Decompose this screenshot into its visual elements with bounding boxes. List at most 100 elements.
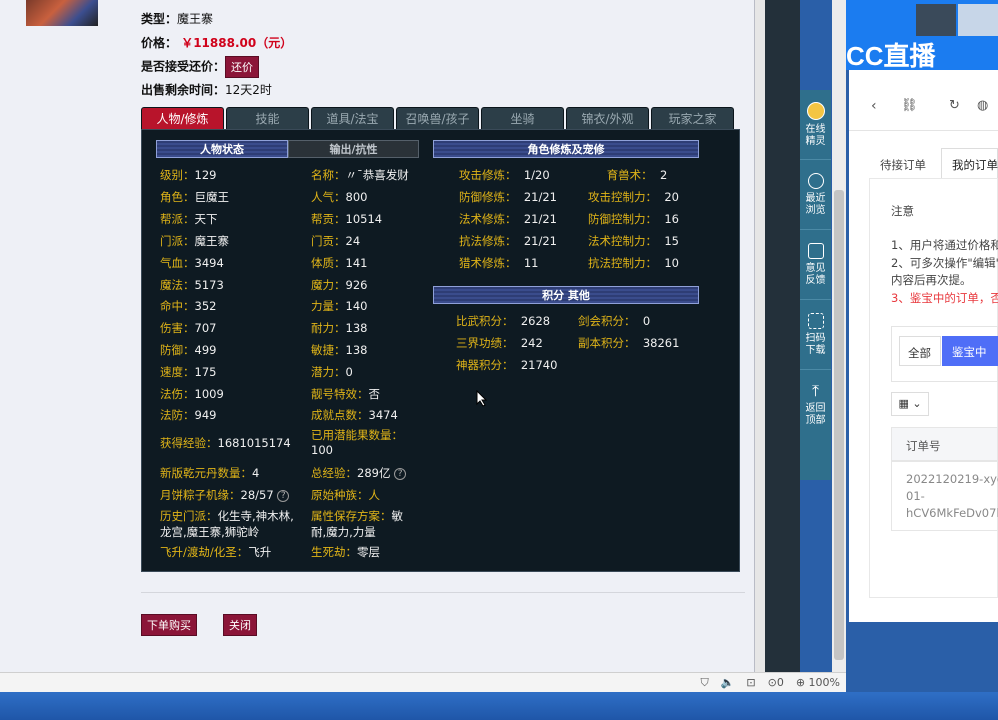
tab-items[interactable]: 道具/法宝 xyxy=(311,107,394,129)
back-icon[interactable]: ‹ xyxy=(871,98,877,114)
tab-character[interactable]: 人物/修炼 xyxy=(141,107,224,129)
arrow-up-icon: ⤒ xyxy=(811,381,820,400)
stat-guild-contrib: 帮贡：10514 xyxy=(311,212,383,226)
stat-qianyuan: 新版乾元丹数量：4 xyxy=(160,466,260,480)
character-panel: 人物状态 输出/抗性 角色修炼及宠修 积分 其他 级别：129 角色：巨魔王 帮… xyxy=(141,129,740,572)
tab-home[interactable]: 玩家之家 xyxy=(651,107,734,129)
divider xyxy=(849,130,998,131)
help-icon[interactable]: ? xyxy=(394,467,407,480)
tab-skills[interactable]: 技能 xyxy=(226,107,309,129)
stat-total-exp: 总经验：289亿 ? xyxy=(311,465,407,481)
notice-line: 内容后再次提。 xyxy=(891,273,972,287)
close-button[interactable]: 关闭 xyxy=(223,614,257,636)
type-row: 类型：魔王寨 xyxy=(141,12,214,26)
sidebar-item-download[interactable]: 扫码 下载 xyxy=(800,300,831,370)
sidebar-item-top[interactable]: ⤒ 返回 顶部 xyxy=(800,370,831,440)
stat-endurance: 耐力：138 xyxy=(311,321,368,335)
cult-resist-control: 抗法控制力： 10 xyxy=(588,256,679,270)
stat-guild: 帮派：天下 xyxy=(160,212,218,226)
refresh-icon[interactable]: ↻ xyxy=(949,98,960,113)
grid-view-dropdown[interactable]: ▦ ⌄ xyxy=(891,392,929,416)
page-scrollbar[interactable] xyxy=(755,0,765,672)
filter-appraising-button[interactable]: 鉴宝中 xyxy=(942,336,998,366)
stat-sect-contrib: 门贡：24 xyxy=(311,234,361,248)
thumbnail-grid[interactable] xyxy=(958,4,998,36)
character-avatar xyxy=(26,0,98,26)
help-icon[interactable]: ? xyxy=(277,489,290,502)
stat-agility: 敏捷：138 xyxy=(311,343,368,357)
tab-pending-orders[interactable]: 待接订单 xyxy=(880,157,926,173)
output-header[interactable]: 输出/抗性 xyxy=(288,140,419,158)
stat-hp: 气血：3494 xyxy=(160,256,224,270)
sidebar-item-sprite[interactable]: 在线 精灵 xyxy=(800,90,831,160)
notice-line: 2、可多次操作"编辑" xyxy=(891,256,998,270)
globe-icon[interactable]: ◍ xyxy=(977,98,988,113)
stat-life-trial: 生死劫：零层 xyxy=(311,545,380,559)
score-merit: 三界功绩： 242 xyxy=(456,336,543,350)
column-order-number: 订单号 xyxy=(906,439,941,453)
cult-resist: 抗法修炼： 21/21 xyxy=(459,234,557,248)
stat-magic-dmg: 法伤：1009 xyxy=(160,387,224,401)
stat-mp: 魔法：5173 xyxy=(160,278,224,292)
stat-magic: 魔力：926 xyxy=(311,278,368,292)
cult-attack: 攻击修炼： 1/20 xyxy=(459,168,550,182)
bag-icon[interactable]: ⊡ xyxy=(746,676,755,689)
sprite-icon xyxy=(806,101,825,120)
download-count[interactable]: ⊙0 xyxy=(768,676,784,689)
zoom-level[interactable]: ⊕ 100% xyxy=(796,676,840,689)
table-header: 订单号 xyxy=(891,427,998,461)
score-pvp: 比武积分： 2628 xyxy=(456,314,551,328)
sidebar-item-feedback[interactable]: 意见 反馈 xyxy=(800,230,831,300)
edit-icon xyxy=(807,242,824,259)
tab-mounts[interactable]: 坐骑 xyxy=(481,107,564,129)
orders-window: ‹ ⛓ ↻ ◍ 待接订单 我的订单 注意 1、用户将通过价格和 2、可多次操作"… xyxy=(849,70,998,622)
stat-ascend: 飞升/渡劫/化圣：飞升 xyxy=(160,545,272,559)
stat-level: 级别：129 xyxy=(160,168,217,182)
score-dungeon: 副本积分： 38261 xyxy=(578,336,680,350)
type-value: 魔王寨 xyxy=(177,12,214,26)
link-icon[interactable]: ⛓ xyxy=(901,98,918,113)
cult-attack-control: 攻击控制力： 20 xyxy=(588,190,679,204)
score-sword: 剑会积分： 0 xyxy=(578,314,651,328)
mouse-cursor-icon xyxy=(476,390,488,407)
price-value: ￥11888.00（元） xyxy=(181,36,293,50)
filter-all-button[interactable]: 全部 xyxy=(899,336,941,366)
price-row: 价格： ￥11888.00（元） xyxy=(141,36,293,50)
status-header[interactable]: 人物状态 xyxy=(156,140,288,158)
main-page: 类型：魔王寨 价格： ￥11888.00（元） 是否接受还价： 还价 出售剩余时间… xyxy=(0,0,755,672)
brand-logo: CC直播 xyxy=(846,41,936,71)
cult-hunt: 猎术修炼： 11 xyxy=(459,256,539,270)
scrollbar-thumb[interactable] xyxy=(834,190,844,660)
user-icon[interactable] xyxy=(916,4,956,36)
stat-defense: 防御：499 xyxy=(160,343,217,357)
stat-sect: 门派：魔王寨 xyxy=(160,234,229,248)
scan-icon xyxy=(807,312,824,329)
cult-magic: 法术修炼： 21/21 xyxy=(459,212,557,226)
notice-title: 注意 xyxy=(891,204,914,218)
tab-pets[interactable]: 召唤兽/孩子 xyxy=(396,107,479,129)
sidebar-item-recent[interactable]: 最近 浏览 xyxy=(800,160,831,230)
stat-magic-def: 法防：949 xyxy=(160,408,217,422)
stat-popularity: 人气：800 xyxy=(311,190,368,204)
stat-speed: 速度：175 xyxy=(160,365,217,379)
cultivation-header: 角色修炼及宠修 xyxy=(433,140,699,158)
remaining-value: 12天2时 xyxy=(225,83,272,97)
stat-constitution: 体质：141 xyxy=(311,256,368,270)
stat-experience: 获得经验：1681015174 xyxy=(160,436,291,450)
taskbar xyxy=(0,692,998,720)
buy-button[interactable]: 下单购买 xyxy=(141,614,197,636)
stat-attr-plan: 属性保存方案：敏 耐,魔力,力量 xyxy=(311,509,403,539)
stat-strength: 力量：140 xyxy=(311,299,368,313)
bargain-button[interactable]: 还价 xyxy=(225,56,260,78)
tab-outfits[interactable]: 锦衣/外观 xyxy=(566,107,649,129)
bargain-row: 是否接受还价： 还价 xyxy=(141,56,260,78)
stat-history-sect: 历史门派：化生寺,神木林, 龙宫,魔王寨,狮驼岭 xyxy=(160,509,294,539)
clock-icon xyxy=(807,172,824,189)
shield-icon[interactable]: ⛉ xyxy=(700,676,708,690)
notice-warning: 3、鉴宝中的订单，否 xyxy=(891,291,998,305)
browser-status-bar: ⛉ 🔈 ⊡ ⊙0 ⊕ 100% xyxy=(0,672,846,692)
speaker-icon[interactable]: 🔈 xyxy=(721,676,735,689)
table-row[interactable]: 2022120219-xyq- 01- hCV6MkFeDv07lb xyxy=(891,461,998,531)
tab-my-orders[interactable]: 我的订单 xyxy=(941,148,998,178)
tab-bar: 人物/修炼 技能 道具/法宝 召唤兽/孩子 坐骑 锦衣/外观 玩家之家 xyxy=(141,107,734,129)
